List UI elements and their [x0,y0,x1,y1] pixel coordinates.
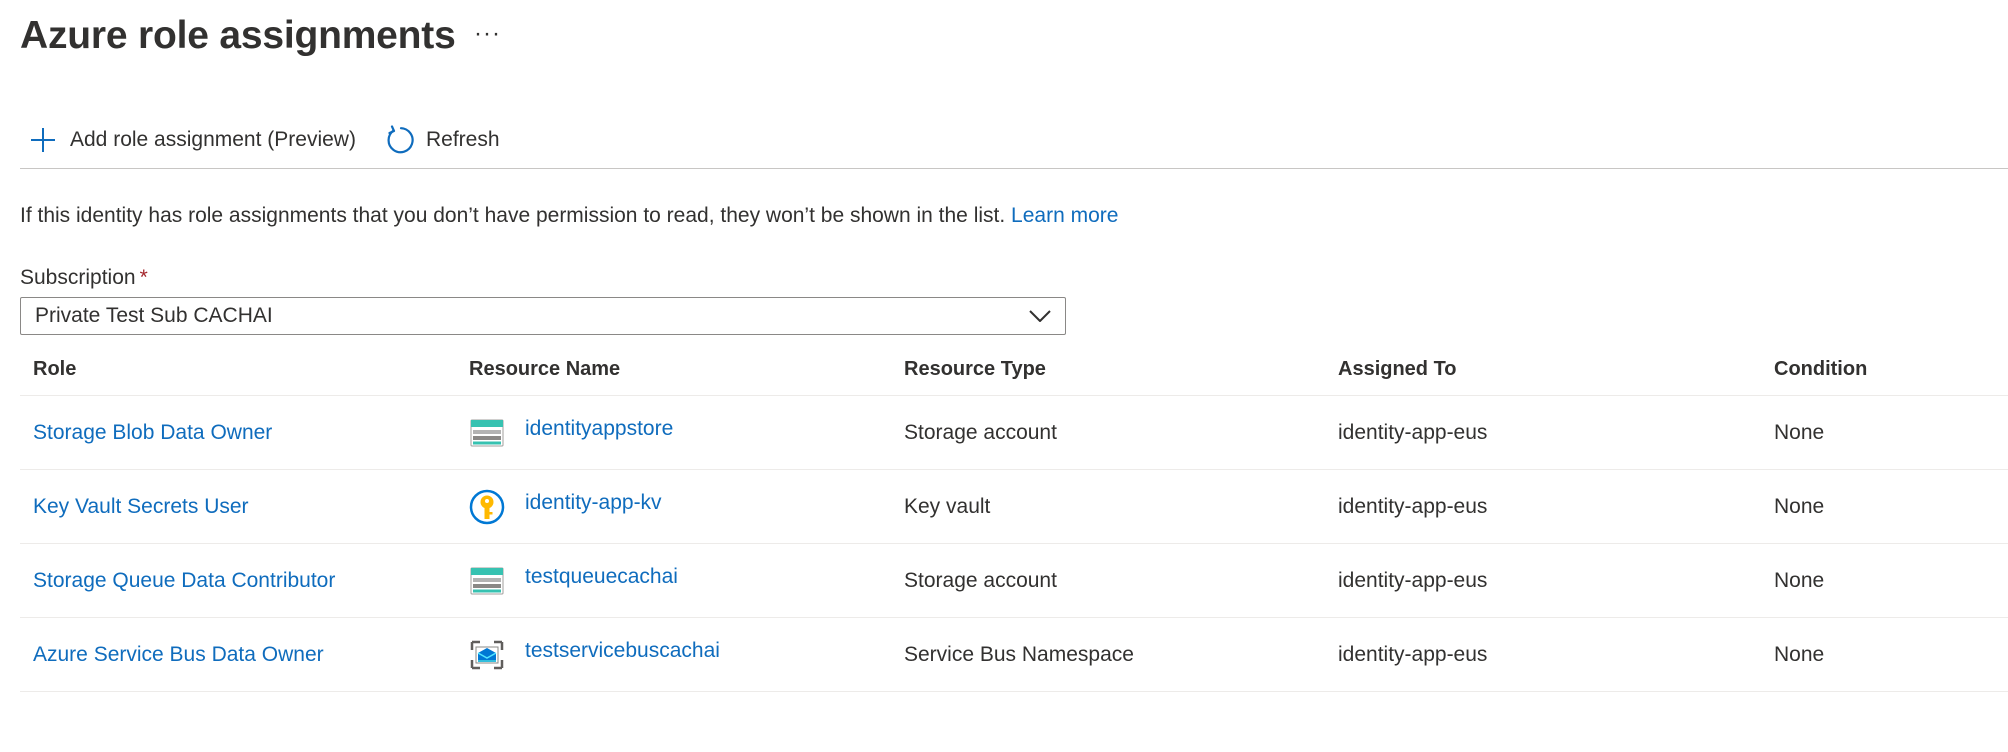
storage-account-icon [469,563,505,599]
role-link[interactable]: Storage Queue Data Contributor [33,569,335,593]
assigned-to: identity-app-eus [1338,568,1488,592]
required-marker: * [139,266,148,289]
resource-type: Storage account [904,568,1057,592]
permission-info-text: If this identity has role assignments th… [20,204,1118,228]
page-title: Azure role assignments [20,14,456,57]
role-link[interactable]: Key Vault Secrets User [33,495,249,519]
column-header-condition[interactable]: Condition [1774,344,1867,395]
role-link[interactable]: Azure Service Bus Data Owner [33,643,324,667]
plus-icon [28,125,58,155]
column-header-resource-type[interactable]: Resource Type [904,344,1046,395]
resource-type: Key vault [904,494,991,518]
role-assignments-table: Role Resource Name Resource Type Assigne… [20,344,2008,692]
condition: None [1774,494,1825,518]
subscription-selected-value: Private Test Sub CACHAI [35,304,273,327]
refresh-icon [384,125,414,155]
subscription-label-text: Subscription [20,266,136,289]
command-bar: Add role assignment (Preview) Refresh [20,116,2008,169]
refresh-label: Refresh [426,128,500,151]
subscription-dropdown[interactable]: Private Test Sub CACHAI [20,297,1066,335]
condition: None [1774,420,1825,444]
resource-type: Service Bus Namespace [904,642,1134,666]
key-vault-icon [469,489,505,525]
resource-name-link[interactable]: testservicebuscachai [525,639,720,663]
condition: None [1774,568,1825,592]
learn-more-link[interactable]: Learn more [1011,204,1118,227]
resource-name-link[interactable]: identity-app-kv [525,491,662,515]
column-header-resource-name[interactable]: Resource Name [469,344,620,395]
storage-account-icon [469,415,505,451]
resource-type: Storage account [904,420,1057,444]
condition: None [1774,642,1825,666]
column-header-role[interactable]: Role [33,344,76,395]
role-link[interactable]: Storage Blob Data Owner [33,421,272,445]
table-header-row: Role Resource Name Resource Type Assigne… [20,344,2008,396]
chevron-down-icon [1025,301,1055,331]
permission-info-message: If this identity has role assignments th… [20,204,1006,227]
table-row: Storage Queue Data Contributor testqueue… [20,544,2008,618]
subscription-label: Subscription * [20,266,148,290]
table-row: Key Vault Secrets User identity-app-kv K… [20,470,2008,544]
more-options-button[interactable]: ··· [474,22,501,46]
resource-name-link[interactable]: identityappstore [525,417,673,441]
assigned-to: identity-app-eus [1338,642,1488,666]
add-role-assignment-label: Add role assignment (Preview) [70,128,356,151]
table-row: Azure Service Bus Data Owner testservice… [20,618,2008,692]
refresh-button[interactable]: Refresh [384,122,500,158]
assigned-to: identity-app-eus [1338,494,1488,518]
service-bus-icon [469,637,505,673]
add-role-assignment-button[interactable]: Add role assignment (Preview) [28,122,356,158]
column-header-assigned-to[interactable]: Assigned To [1338,344,1457,395]
table-row: Storage Blob Data Owner identityappstore… [20,396,2008,470]
resource-name-link[interactable]: testqueuecachai [525,565,678,589]
assigned-to: identity-app-eus [1338,420,1488,444]
